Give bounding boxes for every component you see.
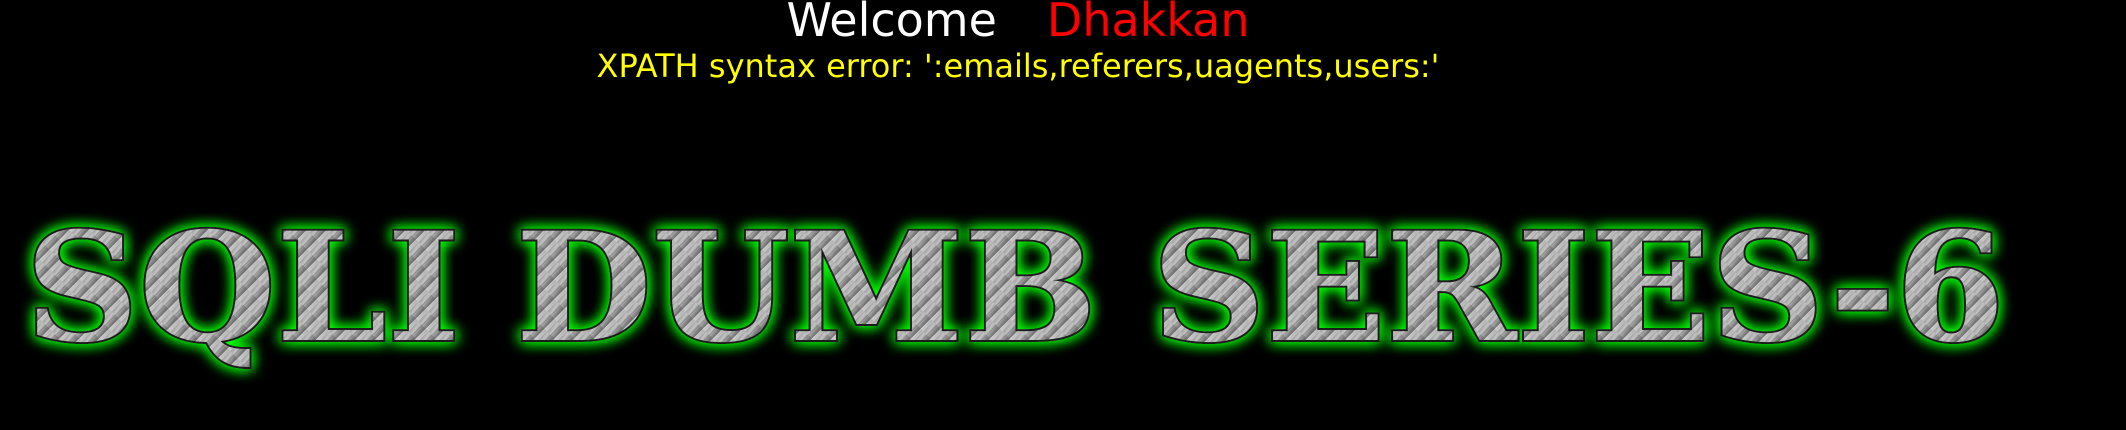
- xpath-error-message: XPATH syntax error: ':emails,referers,ua…: [596, 47, 1440, 85]
- user-name: Dhakkan: [1046, 0, 1250, 47]
- banner-svg: SQLI DUMB SERIES-6: [23, 200, 2007, 378]
- banner-title: SQLI DUMB SERIES-6: [25, 200, 2005, 376]
- welcome-line: Welcome Dhakkan: [0, 0, 2036, 47]
- welcome-label: Welcome: [786, 0, 997, 47]
- banner-image: SQLI DUMB SERIES-6: [0, 200, 2126, 400]
